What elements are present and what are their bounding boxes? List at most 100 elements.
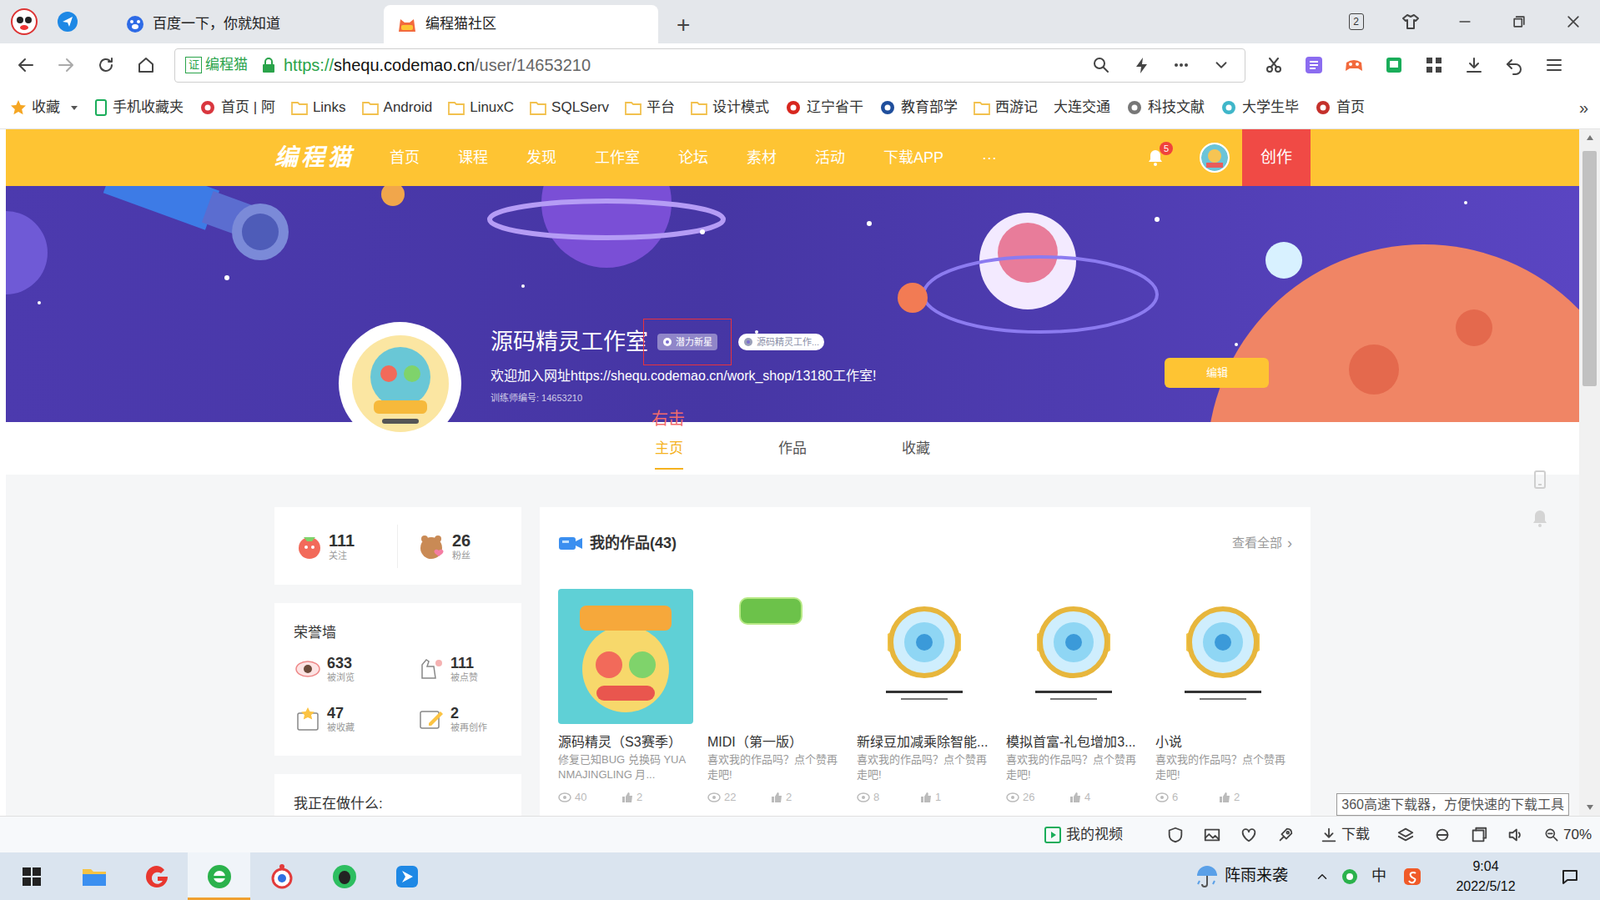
undo-button[interactable]: [1494, 43, 1535, 87]
paw-app-button[interactable]: [250, 852, 313, 900]
nav-item[interactable]: 发现: [526, 146, 557, 170]
screenshot-button[interactable]: [1253, 43, 1294, 87]
bookmark[interactable]: 首页 | 阿: [199, 96, 276, 119]
edit-button[interactable]: 编辑: [1164, 357, 1269, 388]
bookmark[interactable]: 大连交通: [1053, 96, 1111, 119]
phone-button[interactable]: [1528, 467, 1552, 492]
translate-button[interactable]: [1293, 43, 1334, 87]
bookmark[interactable]: Android: [362, 96, 433, 119]
bookmark[interactable]: 西游记: [973, 96, 1038, 119]
bookmark[interactable]: 辽宁省干: [784, 96, 864, 119]
close-button[interactable]: [1545, 13, 1600, 31]
bookmark[interactable]: 平台: [624, 96, 675, 119]
site-logo[interactable]: 编程猫: [274, 140, 355, 176]
create-button[interactable]: 创作: [1242, 129, 1311, 187]
scrollbar-thumb[interactable]: [1582, 150, 1597, 387]
profile-tab[interactable]: 收藏: [854, 422, 978, 475]
user-avatar[interactable]: [1199, 142, 1230, 173]
url[interactable]: https://shequ.codemao.cn/user/14653210: [283, 52, 591, 78]
cache-button[interactable]: [1396, 825, 1415, 845]
bookmark[interactable]: LinuxC: [447, 96, 514, 119]
health-button[interactable]: [1239, 825, 1258, 845]
nav-more[interactable]: ···: [981, 146, 997, 170]
forward-button[interactable]: [45, 43, 86, 87]
profile-badge[interactable]: 源码精灵工作...: [738, 333, 825, 351]
my-video-button[interactable]: 我的视频: [1044, 824, 1123, 846]
work-item[interactable]: MIDI（第一版）喜欢我的作品吗？点个赞再走吧!222: [707, 588, 843, 806]
bookmark[interactable]: 收藏: [10, 96, 79, 119]
download-button[interactable]: [1454, 43, 1495, 87]
skin-button[interactable]: [1383, 11, 1438, 32]
feishu-button[interactable]: [375, 852, 438, 900]
browser-button[interactable]: [187, 852, 251, 900]
nav-item[interactable]: 首页: [389, 146, 420, 170]
nav-item[interactable]: 工作室: [594, 146, 640, 170]
bookmark[interactable]: Links: [291, 96, 347, 119]
notification-button[interactable]: 5: [1142, 145, 1168, 171]
home-button[interactable]: [125, 43, 167, 87]
start-button[interactable]: [0, 852, 63, 900]
follow-stat[interactable]: 111关注: [274, 524, 398, 569]
tray-expand-button[interactable]: [1309, 869, 1335, 885]
shield-button[interactable]: [1166, 825, 1185, 845]
more-bookmarks-button[interactable]: »: [1579, 95, 1589, 121]
bookmark[interactable]: 科技文献: [1126, 96, 1205, 119]
dropdown-button[interactable]: [1201, 49, 1242, 82]
menu-button[interactable]: [1534, 43, 1575, 87]
nav-item[interactable]: 课程: [457, 146, 489, 170]
speedup-button[interactable]: [1276, 825, 1295, 845]
nav-item[interactable]: 素材: [746, 146, 777, 170]
scroll-down-button[interactable]: [1579, 799, 1600, 816]
minimize-button[interactable]: [1437, 13, 1492, 31]
window-button[interactable]: [1469, 825, 1489, 845]
reload-button[interactable]: [85, 43, 126, 87]
work-item[interactable]: 模拟首富-礼包增加3...喜欢我的作品吗？点个赞再走吧!264: [1006, 588, 1142, 806]
zoom-button[interactable]: 70%: [1543, 824, 1592, 846]
address-bar[interactable]: 证编程猫https://shequ.codemao.cn/user/146532…: [174, 48, 1246, 83]
speed-button[interactable]: [1121, 49, 1162, 82]
view-all-link[interactable]: 查看全部›: [1232, 533, 1293, 554]
explorer-button[interactable]: [62, 852, 126, 900]
bookmark[interactable]: 设计模式: [690, 96, 770, 119]
bookmark[interactable]: 首页: [1314, 96, 1365, 119]
bookmark[interactable]: SQLServ: [529, 96, 609, 119]
restore-button[interactable]: [1491, 13, 1546, 31]
reader-button[interactable]: [1373, 43, 1414, 87]
work-item[interactable]: 小说喜欢我的作品吗？点个赞再走吧!62: [1155, 588, 1291, 806]
bell-button[interactable]: [1528, 506, 1552, 530]
tab-count-button[interactable]: 2: [1328, 13, 1384, 31]
profile-tab[interactable]: 主页: [607, 422, 731, 475]
nav-item[interactable]: 活动: [815, 146, 846, 170]
scroll-up-button[interactable]: [1579, 129, 1600, 146]
search-button[interactable]: [1081, 49, 1122, 82]
sogou-button[interactable]: [1393, 867, 1432, 886]
tray-browser-button[interactable]: [1334, 868, 1365, 886]
browser-tab[interactable]: 百度一下，你就知道: [112, 5, 380, 44]
work-item[interactable]: 源码精灵（S3赛季）修复已知BUG 兑换码 YUANMAJINGLING 月..…: [558, 588, 694, 806]
profile-badge[interactable]: 潜力新星: [657, 333, 718, 351]
ie-button[interactable]: [1433, 825, 1452, 845]
new-tab-button[interactable]: +: [676, 13, 690, 37]
sound-button[interactable]: [1506, 825, 1525, 845]
work-item[interactable]: 新绿豆加减乘除智能...喜欢我的作品吗？点个赞再走吧!81: [856, 588, 992, 806]
back-button[interactable]: [5, 43, 46, 87]
app-button[interactable]: [125, 852, 188, 900]
bookmark[interactable]: 大学生毕: [1220, 96, 1299, 119]
image-button[interactable]: [1202, 825, 1222, 845]
ime-indicator[interactable]: 中: [1364, 865, 1394, 888]
game-button[interactable]: [1333, 43, 1374, 87]
bookmark[interactable]: 手机收藏夹: [94, 96, 184, 119]
weather[interactable]: 阵雨来袭: [1194, 864, 1289, 890]
bookmark[interactable]: 教育部学: [879, 96, 958, 119]
follow-stat[interactable]: 26粉丝: [397, 524, 522, 569]
apps-button[interactable]: [1413, 43, 1455, 87]
profile-tab[interactable]: 作品: [730, 422, 855, 475]
more-button[interactable]: [1161, 49, 1202, 82]
nav-item[interactable]: 论坛: [678, 146, 709, 170]
download-button[interactable]: 下载: [1319, 824, 1370, 846]
browser-tab[interactable]: 编程猫社区: [383, 5, 659, 44]
notification-center-button[interactable]: [1539, 866, 1600, 887]
evernote-button[interactable]: [312, 852, 376, 900]
nav-item[interactable]: 下载APP: [883, 146, 944, 170]
clock[interactable]: 9:042022/5/12: [1431, 856, 1540, 897]
